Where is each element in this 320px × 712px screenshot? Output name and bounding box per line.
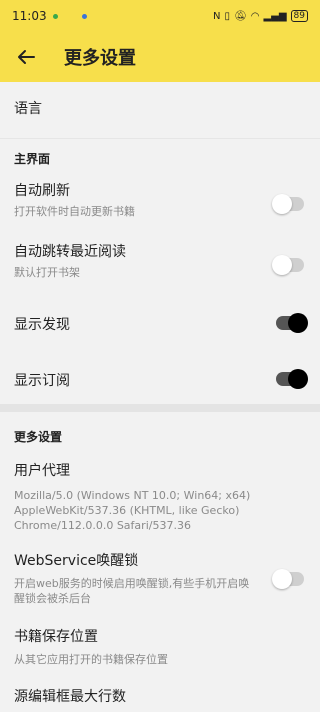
battery-icon: 89	[290, 10, 308, 22]
setting-language-label: 语言	[14, 101, 42, 117]
auto-jump-toggle[interactable]	[272, 255, 304, 275]
nfc-icon: N	[213, 10, 221, 22]
setting-user-agent-summary: Mozilla/5.0 (Windows NT 10.0; Win64; x64…	[14, 489, 251, 532]
divider	[0, 138, 320, 139]
setting-language[interactable]: 语言	[0, 98, 320, 118]
app-bar: 更多设置	[0, 32, 320, 82]
setting-book-save-summary: 从其它应用打开的书籍保存位置	[14, 653, 168, 666]
show-subscribe-toggle[interactable]	[276, 369, 308, 389]
show-discover-toggle[interactable]	[276, 313, 308, 333]
status-bar: 11:03 N ▯ 🔕︎ ◠ ▂▄▆ 89	[0, 0, 320, 32]
wifi-icon: ◠	[250, 10, 260, 22]
vibrate-icon: ▯	[224, 10, 231, 22]
setting-user-agent[interactable]: 用户代理 Mozilla/5.0 (Windows NT 10.0; Win64…	[0, 460, 320, 533]
setting-book-save[interactable]: 书籍保存位置 从其它应用打开的书籍保存位置	[0, 626, 320, 667]
back-arrow-icon[interactable]	[14, 45, 38, 69]
setting-show-subscribe-label: 显示订阅	[14, 373, 70, 389]
settings-list: 语言 主界面 自动刷新 打开软件时自动更新书籍 自动跳转最近阅读 默认打开书架 …	[0, 82, 320, 712]
toggle-knob	[288, 369, 308, 389]
setting-book-save-label: 书籍保存位置	[14, 629, 98, 645]
web-wakelock-toggle[interactable]	[272, 569, 304, 589]
setting-web-wakelock-summary: 开启web服务的时候启用唤醒锁,有些手机开启唤醒锁会被杀后台	[14, 577, 250, 605]
setting-show-discover[interactable]: 显示发现	[0, 314, 320, 334]
page-title: 更多设置	[64, 48, 136, 69]
auto-refresh-toggle[interactable]	[272, 194, 304, 214]
app-notification-icon-2	[81, 13, 87, 19]
setting-show-discover-label: 显示发现	[14, 317, 70, 333]
setting-web-wakelock-label: WebService唤醒锁	[14, 553, 139, 569]
setting-show-subscribe[interactable]: 显示订阅	[0, 370, 320, 390]
toggle-knob	[272, 255, 292, 275]
setting-user-agent-label: 用户代理	[14, 463, 70, 479]
signal-icon: ▂▄▆	[263, 10, 287, 22]
status-time: 11:03	[12, 9, 47, 23]
toggle-knob	[272, 569, 292, 589]
mute-icon: 🔕︎	[234, 10, 247, 22]
section-main: 主界面	[14, 152, 51, 166]
app-notification-icon	[52, 13, 58, 19]
setting-source-edit-lines[interactable]: 源编辑框最大行数	[0, 686, 320, 706]
section-divider	[0, 404, 320, 412]
setting-source-edit-lines-label: 源编辑框最大行数	[14, 689, 126, 705]
section-more: 更多设置	[14, 430, 63, 444]
toggle-knob	[272, 194, 292, 214]
toggle-knob	[288, 313, 308, 333]
